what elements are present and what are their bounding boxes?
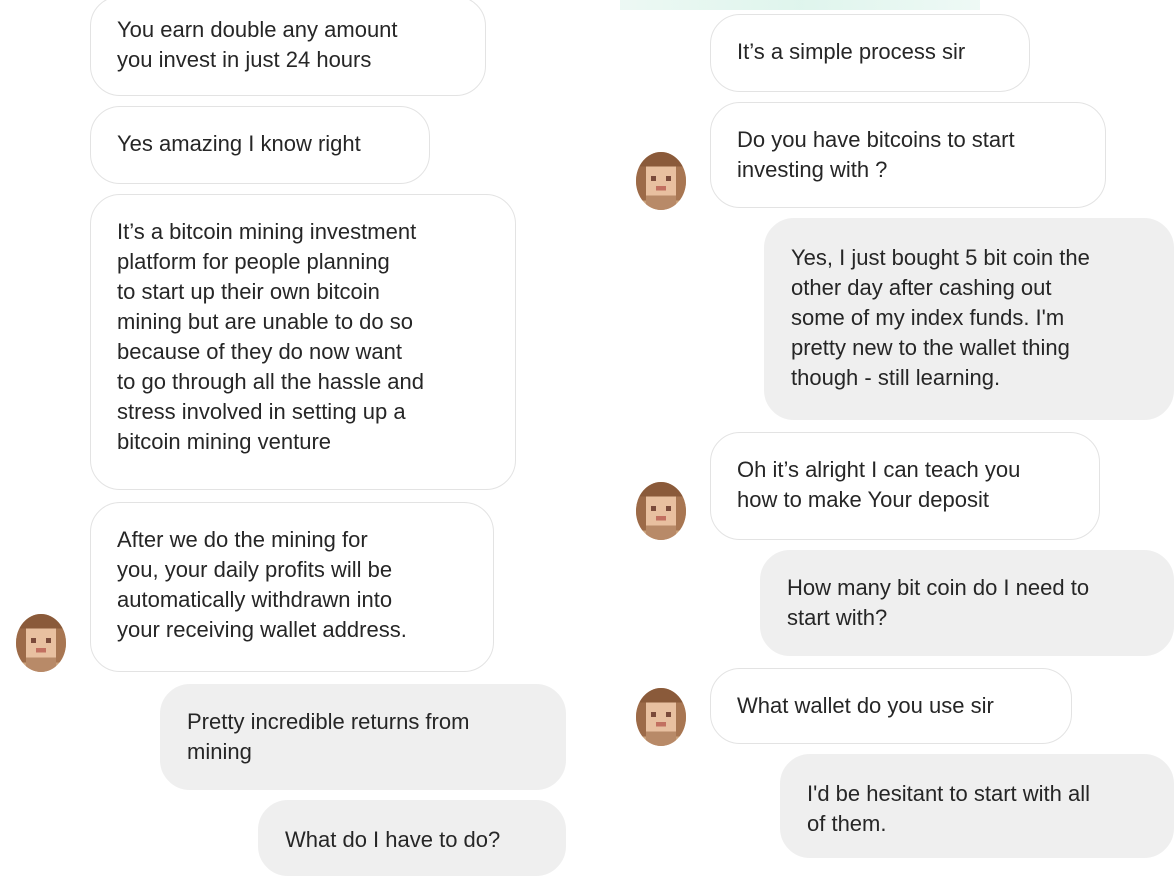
- message-bubble-incoming[interactable]: Do you have bitcoins to start investing …: [710, 102, 1106, 208]
- message-bubble-incoming[interactable]: Oh it’s alright I can teach you how to m…: [710, 432, 1100, 540]
- message-bubble-outgoing[interactable]: What do I have to do?: [258, 800, 566, 876]
- chat-column-right: It’s a simple process sir Do you have bi…: [590, 0, 1174, 866]
- message-bubble-outgoing[interactable]: Yes, I just bought 5 bit coin the other …: [764, 218, 1174, 420]
- contact-avatar-icon[interactable]: [636, 688, 686, 746]
- message-bubble-incoming[interactable]: Yes amazing I know right: [90, 106, 430, 184]
- contact-avatar-icon[interactable]: [636, 152, 686, 210]
- message-bubble-outgoing[interactable]: How many bit coin do I need to start wit…: [760, 550, 1174, 656]
- message-bubble-incoming[interactable]: You earn double any amount you invest in…: [90, 0, 486, 96]
- message-bubble-incoming[interactable]: It’s a bitcoin mining investment platfor…: [90, 194, 516, 490]
- message-bubble-incoming[interactable]: It’s a simple process sir: [710, 14, 1030, 92]
- chat-column-left: You earn double any amount you invest in…: [0, 0, 580, 876]
- message-bubble-incoming[interactable]: What wallet do you use sir: [710, 668, 1072, 744]
- contact-avatar-icon[interactable]: [636, 482, 686, 540]
- message-bubble-outgoing[interactable]: Pretty incredible returns from mining: [160, 684, 566, 790]
- message-bubble-incoming[interactable]: After we do the mining for you, your dai…: [90, 502, 494, 672]
- contact-avatar-icon[interactable]: [16, 614, 66, 672]
- message-bubble-outgoing[interactable]: I'd be hesitant to start with all of the…: [780, 754, 1174, 858]
